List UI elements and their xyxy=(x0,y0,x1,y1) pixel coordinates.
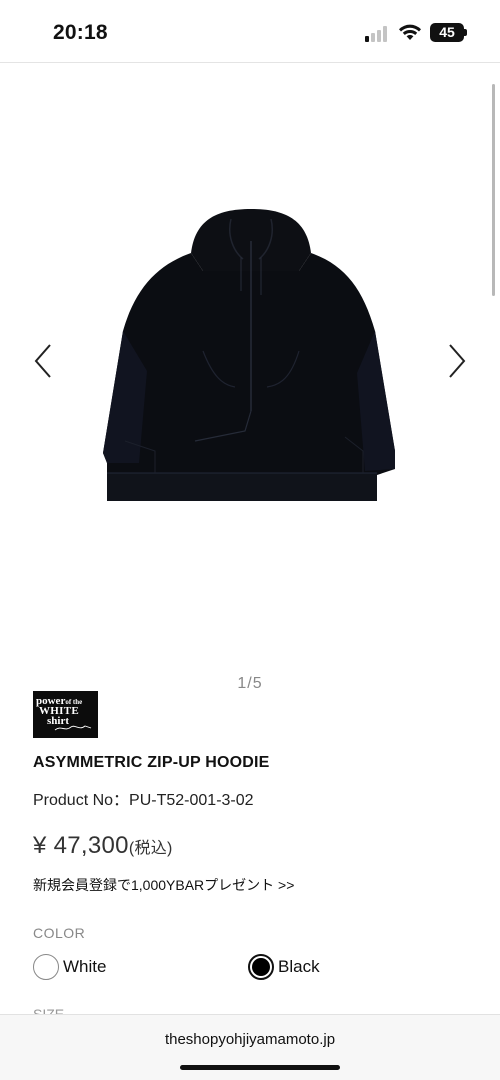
product-name: ASYMMETRIC ZIP-UP HOODIE xyxy=(33,754,270,771)
color-option-white[interactable]: White xyxy=(33,953,106,981)
color-option-label: White xyxy=(63,957,107,976)
color-option-label: Black xyxy=(278,957,320,976)
product-gallery[interactable]: 1/5 xyxy=(0,63,500,692)
white-swatch[interactable] xyxy=(33,954,59,980)
status-time: 20:18 xyxy=(53,21,108,44)
brand-logo[interactable]: powerof the WHITE shirt xyxy=(33,691,98,738)
chevron-right-icon[interactable] xyxy=(442,341,470,381)
wifi-icon xyxy=(399,24,421,40)
battery-level: 45 xyxy=(439,24,455,40)
price-tax-note: (税込) xyxy=(128,840,173,857)
price-value: ¥ 47,300 xyxy=(33,832,129,859)
product-price: ¥ 47,300(税込) xyxy=(33,832,173,860)
battery-icon: 45 xyxy=(430,23,464,42)
chevron-left-icon[interactable] xyxy=(30,341,58,381)
signature-mark xyxy=(54,725,92,731)
status-bar: 20:18 45 xyxy=(0,0,500,62)
color-option-black[interactable]: Black xyxy=(248,953,320,981)
color-label: COLOR xyxy=(33,925,86,941)
size-label: SIZE xyxy=(33,1006,65,1014)
home-indicator[interactable] xyxy=(180,1065,340,1070)
battery-cap xyxy=(464,29,467,36)
signal-icon xyxy=(365,26,391,42)
scroll-indicator[interactable] xyxy=(492,84,495,296)
black-swatch-selected[interactable] xyxy=(248,954,274,980)
product-number: Product No：PU-T52-001-3-02 xyxy=(33,792,254,809)
browser-url-bar[interactable]: theshopyohjiyamamoto.jp xyxy=(0,1014,500,1080)
url-text[interactable]: theshopyohjiyamamoto.jp xyxy=(0,1031,500,1048)
signup-promo-link[interactable]: 新規会員登録で1,000YBARプレゼント >> xyxy=(33,875,294,895)
product-image[interactable] xyxy=(95,201,407,511)
